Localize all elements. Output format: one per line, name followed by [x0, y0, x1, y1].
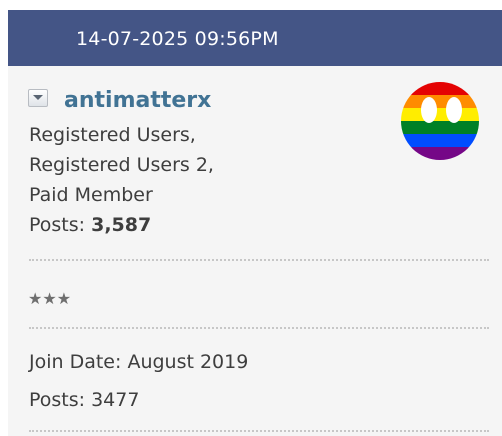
divider — [29, 327, 489, 329]
join-date: Join Date: August 2019 — [29, 351, 249, 373]
divider — [29, 259, 489, 261]
posts-label: Posts: — [29, 214, 92, 236]
rank-stars: ★★★ — [28, 289, 72, 308]
post-date: 14-07-2025 09:56PM — [76, 28, 279, 50]
user-group-2: Registered Users 2, — [29, 154, 214, 176]
rainbow-face-icon[interactable] — [401, 82, 479, 160]
user-group-3: Paid Member — [29, 184, 153, 206]
post-header: 14-07-2025 09:56PM — [8, 10, 502, 66]
avatar-right-eye — [446, 97, 462, 123]
user-info-panel: antimatterx Registered Users, Registered… — [8, 66, 502, 436]
user-menu-toggle[interactable] — [28, 89, 48, 107]
username-link[interactable]: antimatterx — [64, 87, 211, 115]
chevron-down-icon — [33, 95, 43, 100]
user-group-1: Registered Users, — [29, 124, 196, 146]
posts-summary: Posts: 3,587 — [29, 213, 151, 237]
divider — [29, 430, 489, 432]
post-count: Posts: 3477 — [29, 389, 140, 411]
avatar-left-eye — [421, 97, 437, 123]
posts-count: 3,587 — [91, 214, 152, 236]
